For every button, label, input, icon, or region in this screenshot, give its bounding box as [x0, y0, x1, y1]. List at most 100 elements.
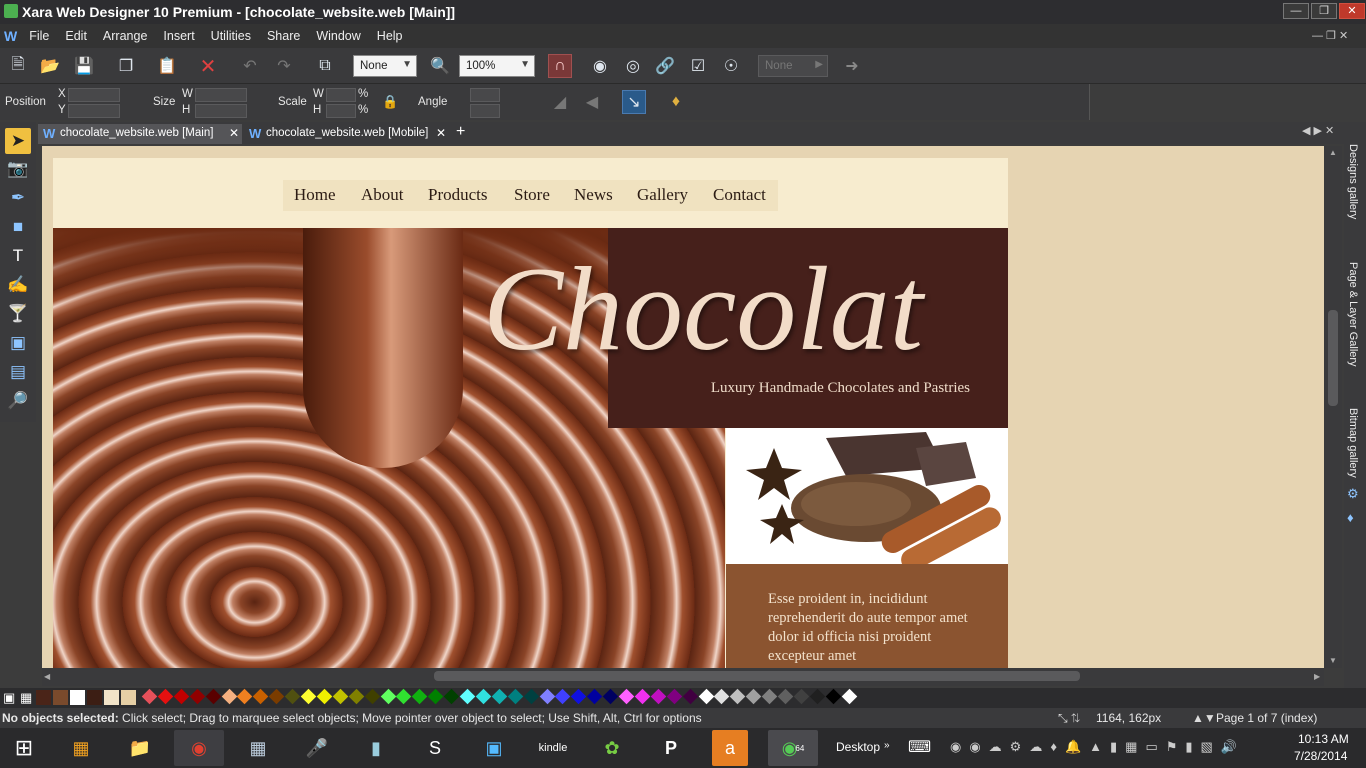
palette-swatch[interactable] — [332, 688, 349, 705]
palette-swatch[interactable] — [650, 688, 667, 705]
close-tab-icon[interactable]: ✕ — [436, 126, 446, 140]
site-tagline[interactable]: Luxury Handmade Chocolates and Pastries — [608, 380, 970, 397]
preview-all-icon[interactable]: ◎ — [621, 54, 645, 78]
doc-window-controls[interactable]: — ❐ ✕ — [1312, 29, 1348, 42]
spices-image[interactable] — [726, 428, 1008, 564]
horizontal-scroll-thumb[interactable] — [434, 671, 1080, 681]
close-tab-icon[interactable]: ✕ — [229, 126, 239, 140]
menu-insert[interactable]: Insert — [163, 29, 194, 43]
gallery-tool-icon[interactable]: ⚙ — [1347, 486, 1359, 502]
angle-field[interactable] — [470, 88, 500, 102]
y-position-field[interactable] — [68, 104, 120, 118]
desktop-toolbar-label[interactable]: Desktop — [836, 740, 880, 754]
palette-swatch[interactable] — [777, 688, 794, 705]
palette-swatch[interactable] — [618, 688, 635, 705]
tab-main[interactable]: W chocolate_website.web [Main] — [38, 124, 242, 144]
palette-swatch[interactable] — [841, 688, 857, 705]
notes-icon[interactable]: ▮ — [351, 730, 401, 766]
page-layer-gallery-tab[interactable]: Page & Layer Gallery — [1347, 262, 1359, 367]
palette-swatch[interactable] — [364, 688, 380, 705]
palette-swatch[interactable] — [412, 688, 428, 705]
scroll-right-icon[interactable]: ▶ — [1314, 672, 1320, 681]
intro-text-panel[interactable]: Esse proident in, incididunt reprehender… — [726, 564, 1008, 668]
site-logo[interactable]: Chocolat — [483, 244, 1003, 374]
expand-icon[interactable]: » — [884, 740, 890, 751]
maximize-button[interactable]: ❐ — [1311, 3, 1337, 19]
lock-aspect-icon[interactable]: 🔒 — [382, 94, 398, 110]
remote-desktop-icon[interactable]: ▣ — [469, 730, 519, 766]
preview-icon[interactable]: ◉ — [588, 54, 612, 78]
vertical-scrollbar[interactable]: ▲ ▼ — [1324, 146, 1342, 668]
menu-arrange[interactable]: Arrange — [103, 29, 147, 43]
nav-gallery[interactable]: Gallery — [637, 185, 688, 205]
bitmap-gallery-tab[interactable]: Bitmap gallery — [1347, 408, 1359, 478]
apps-icon[interactable]: ▦ — [56, 730, 106, 766]
palette-swatch[interactable] — [459, 688, 476, 705]
nav-products[interactable]: Products — [428, 185, 488, 205]
palette-swatch[interactable] — [730, 688, 746, 705]
designs-gallery-tab[interactable]: Designs gallery — [1347, 144, 1359, 219]
undo-icon[interactable]: ↶ — [238, 54, 262, 78]
snap-magnet-icon[interactable]: ∩ — [548, 54, 572, 78]
shadow-tool-icon[interactable]: ▣ — [5, 330, 31, 356]
palette-swatch[interactable] — [396, 688, 412, 705]
palette-swatch[interactable] — [475, 688, 492, 705]
palette-swatch[interactable] — [284, 688, 301, 705]
chrome-icon[interactable]: ◉ — [174, 730, 224, 766]
palette-swatch[interactable] — [157, 688, 174, 705]
publisher-icon[interactable]: P — [646, 730, 696, 766]
palette-swatch[interactable] — [316, 688, 333, 705]
microphone-icon[interactable]: 🎤 — [292, 730, 342, 766]
palette-swatch[interactable] — [523, 688, 539, 705]
palette-swatch[interactable] — [539, 688, 555, 705]
palette-swatch[interactable] — [121, 690, 136, 705]
palette-swatch[interactable] — [205, 688, 221, 705]
kindle-icon[interactable]: kindle — [528, 730, 578, 766]
redo-icon[interactable]: ↷ — [272, 54, 296, 78]
link-icon[interactable]: 🔗 — [653, 54, 677, 78]
menu-share[interactable]: Share — [267, 29, 300, 43]
no-color-icon[interactable]: ▣ — [3, 690, 15, 706]
gallery-tool-icon[interactable]: ♦ — [1347, 510, 1354, 525]
text-tool-icon[interactable]: T — [5, 243, 31, 269]
menu-help[interactable]: Help — [377, 29, 403, 43]
clock-date[interactable]: 7/28/2014 — [1294, 749, 1347, 763]
scale-w-field[interactable] — [326, 88, 356, 102]
scroll-left-icon[interactable]: ◀ — [44, 672, 50, 681]
palette-swatch[interactable] — [104, 690, 119, 705]
palette-swatch[interactable] — [793, 688, 810, 705]
new-document-icon[interactable]: 🗎 — [6, 54, 30, 78]
palette-swatch[interactable] — [825, 688, 841, 705]
tag-icon[interactable]: ♦ — [664, 90, 688, 114]
intro-text[interactable]: Esse proident in, incididunt reprehender… — [768, 590, 978, 666]
palette-swatch[interactable] — [745, 688, 762, 705]
photo-tool-icon[interactable]: 📷 — [5, 156, 31, 182]
palette-swatch[interactable] — [87, 690, 102, 705]
nav-store[interactable]: Store — [514, 185, 550, 205]
palette-swatch[interactable] — [571, 688, 587, 705]
palette-swatch[interactable] — [809, 688, 826, 705]
amazon-icon[interactable]: a — [712, 730, 748, 766]
arrow-right-icon[interactable]: ➜ — [840, 54, 864, 78]
keyboard-icon[interactable]: ⌨ — [908, 737, 931, 757]
palette-swatch[interactable] — [141, 688, 158, 705]
palette-swatch[interactable] — [189, 688, 205, 705]
height-field[interactable] — [195, 104, 247, 118]
mould-tool-icon[interactable]: ▤ — [5, 359, 31, 385]
palette-swatch[interactable] — [70, 690, 85, 705]
nav-contact[interactable]: Contact — [713, 185, 766, 205]
color-palette[interactable]: ▣ ▦ — [0, 688, 1366, 708]
menu-edit[interactable]: Edit — [65, 29, 87, 43]
palette-swatch[interactable] — [698, 688, 714, 705]
close-button[interactable]: ✕ — [1339, 3, 1365, 19]
new-tab-icon[interactable]: + — [456, 123, 465, 141]
file-explorer-icon[interactable]: 📁 — [115, 730, 165, 766]
scroll-up-icon[interactable]: ▲ — [1329, 148, 1337, 157]
fill-tool-icon[interactable]: ✍ — [5, 272, 31, 298]
nav-home[interactable]: Home — [294, 185, 336, 205]
palette-swatch[interactable] — [36, 690, 51, 705]
design-canvas[interactable]: Home About Products Store News Gallery C… — [42, 146, 1324, 668]
clock-time[interactable]: 10:13 AM — [1298, 732, 1349, 746]
tab-mobile[interactable]: W chocolate_website.web [Mobile] — [244, 124, 454, 144]
transparency-tool-icon[interactable]: 🍸 — [5, 301, 31, 327]
